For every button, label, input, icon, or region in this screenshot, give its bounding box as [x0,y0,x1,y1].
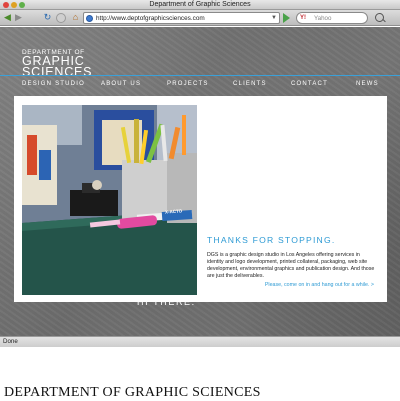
stop-icon[interactable] [56,13,66,23]
home-icon[interactable]: ⌂ [70,12,81,23]
nav-item-about[interactable]: ABOUT US [101,81,141,87]
nav-item-news[interactable]: NEWS [356,81,379,87]
address-text[interactable]: http://www.deptofgraphicsciences.com [96,13,205,24]
chevron-down-icon[interactable]: ▼ [271,13,277,24]
status-bar: Done [0,336,400,347]
screenshot-frame: Department of Graphic Sciences ◀ ▶ ↻ ⌂ h… [0,0,400,400]
nav-divider [0,75,400,76]
intro-paragraph: DGS is a graphic design studio in Los An… [207,252,375,279]
nav-item-projects[interactable]: PROJECTS [167,81,209,87]
content-panel: X-ACTO HI THERE. THANKS FOR STOPPING. DG… [14,96,387,307]
magnifier-icon[interactable] [375,13,384,22]
status-text: Done [3,338,18,345]
address-bar[interactable]: http://www.deptofgraphicsciences.com ▼ [83,12,280,24]
image-caption: DEPARTMENT OF GRAPHIC SCIENCES [4,385,261,400]
hero-photo: X-ACTO [22,105,197,295]
search-field[interactable]: Y! Yahoo [296,12,368,24]
window-title: Department of Graphic Sciences [149,1,251,8]
site-logo[interactable]: DEPARTMENT OF GRAPHIC SCIENCES [22,49,92,78]
window-title-bar: Department of Graphic Sciences [0,0,400,10]
come-in-link[interactable]: Please, come on in and hang out for a wh… [265,282,374,288]
reload-icon[interactable]: ↻ [42,12,53,23]
page-viewport: DEPARTMENT OF GRAPHIC SCIENCES DESIGN ST… [0,27,400,336]
desk-photo-illustration [22,105,197,295]
nav-item-contact[interactable]: CONTACT [291,81,328,87]
search-placeholder[interactable]: Yahoo [314,13,331,24]
back-icon[interactable]: ◀ [2,12,13,23]
welcome-heading: THANKS FOR STOPPING. [207,235,336,245]
logo-subtitle: DESIGN STUDIO [22,81,85,87]
browser-toolbar: ◀ ▶ ↻ ⌂ http://www.deptofgraphicsciences… [0,10,400,26]
nav-item-clients[interactable]: CLIENTS [233,81,267,87]
forward-icon[interactable]: ▶ [13,12,24,23]
hero-greeting: HI THERE. [137,297,196,307]
site-favicon-icon [86,15,93,22]
search-engine-icon[interactable]: Y! [300,13,306,24]
go-icon[interactable] [283,13,290,23]
logo-line-3: SCIENCES [22,65,93,79]
